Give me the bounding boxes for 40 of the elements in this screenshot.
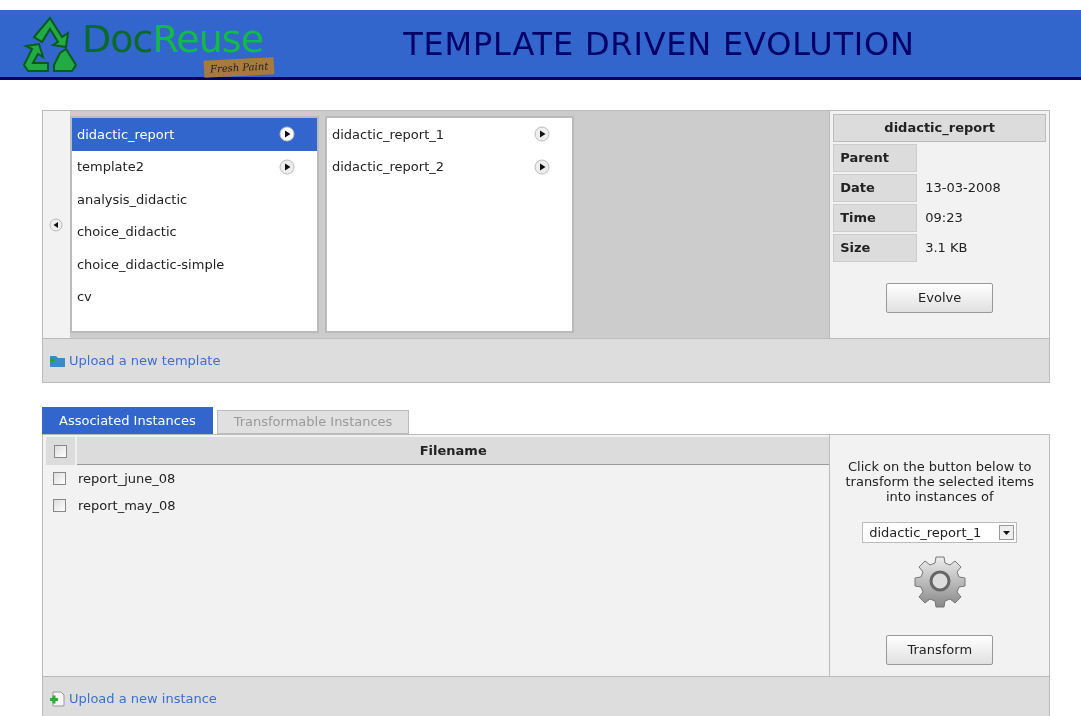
checkbox[interactable]	[53, 472, 66, 485]
logo-badge: Fresh Paint	[203, 56, 275, 78]
field-label: Size	[833, 234, 918, 262]
details-title: didactic_report	[833, 114, 1046, 142]
play-icon[interactable]	[533, 158, 550, 175]
transform-button[interactable]: Transform	[886, 635, 994, 665]
field-value: 09:23	[925, 209, 963, 228]
field-value: 3.1 KB	[925, 239, 968, 258]
gear-icon	[913, 555, 966, 609]
file-add-icon	[49, 690, 66, 707]
play-icon[interactable]	[278, 158, 295, 175]
list-item[interactable]: template2	[71, 150, 317, 183]
play-icon[interactable]	[278, 126, 295, 143]
instruction-text: Click on the button below to transform the selected items into instances of	[844, 459, 1035, 504]
list-item[interactable]: didactic_report_2	[326, 150, 572, 183]
list-item[interactable]: cv	[71, 280, 317, 313]
folder-add-icon	[49, 353, 66, 368]
column-header: Filename	[77, 437, 830, 465]
table-cell-text: report_may_08	[78, 496, 176, 515]
table-cell-text: report_june_08	[78, 469, 176, 488]
list-item[interactable]: choice_didactic	[71, 215, 317, 248]
list-item[interactable]: didactic_report_1	[326, 118, 572, 151]
tab[interactable]: Associated Instances	[42, 407, 213, 434]
list-item[interactable]: didactic_report	[71, 118, 317, 151]
play-icon[interactable]	[533, 126, 550, 143]
checkbox[interactable]	[53, 499, 66, 512]
recycle-icon	[20, 14, 80, 73]
field-label: Parent	[833, 144, 918, 172]
page-title: TEMPLATE DRIVEN EVOLUTION	[403, 23, 915, 65]
upload-template-link[interactable]: Upload a new template	[69, 350, 221, 371]
upload-instance-link[interactable]: Upload a new instance	[69, 688, 217, 709]
checkbox[interactable]	[54, 444, 67, 458]
list-item[interactable]: analysis_didactic	[71, 183, 317, 216]
field-label: Date	[833, 174, 918, 202]
field-value: 13-03-2008	[925, 179, 1001, 198]
template-select[interactable]: didactic_report_1	[862, 522, 1018, 543]
logo-text: DocReuse	[82, 18, 264, 59]
field-label: Time	[833, 204, 918, 232]
evolve-button[interactable]: Evolve	[886, 283, 994, 313]
list-item[interactable]: choice_didactic-simple	[71, 248, 317, 281]
